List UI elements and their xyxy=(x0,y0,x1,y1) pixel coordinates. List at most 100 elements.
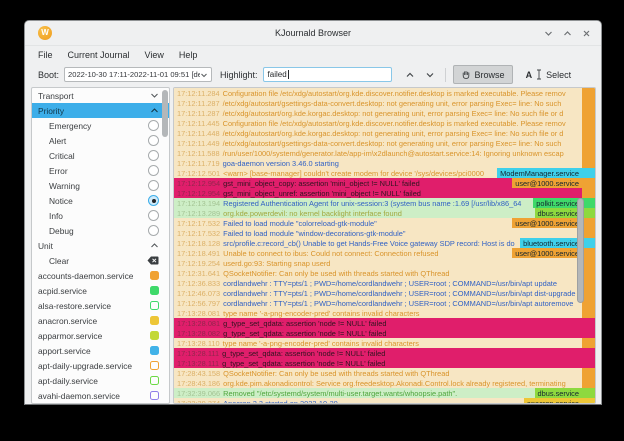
priority-radio[interactable] xyxy=(148,225,159,236)
browse-button[interactable]: Browse xyxy=(453,65,513,84)
log-row[interactable]: 17:12:56.797 cordlandwehr : TTY=pts/1 ; … xyxy=(174,298,595,308)
close-icon[interactable] xyxy=(582,29,591,38)
unit-checkbox[interactable] xyxy=(150,376,159,385)
log-row[interactable]: 17:13:28.082 g_type_set_qdata: assertion… xyxy=(174,328,595,338)
priority-option[interactable]: Alert xyxy=(32,133,169,148)
log-row[interactable]: 17:12:31.641 QSocketNotifier: Can only b… xyxy=(174,268,595,278)
log-row[interactable]: 17:12:11.287 /etc/xdg/autostart/org.kde.… xyxy=(174,108,595,118)
menu-item-view[interactable]: View xyxy=(145,50,164,60)
priority-radio[interactable] xyxy=(148,135,159,146)
priority-radio[interactable] xyxy=(148,195,159,206)
section-unit[interactable]: Unit xyxy=(32,238,169,253)
menu-item-file[interactable]: File xyxy=(38,50,53,60)
priority-option[interactable]: Warning xyxy=(32,178,169,193)
log-message: gst_mini_object_copy: assertion 'mini_ob… xyxy=(220,179,512,188)
maximize-button[interactable] xyxy=(563,29,572,38)
log-row[interactable]: 17:12:18.128 src/profile.c:record_cb() U… xyxy=(174,238,595,248)
priority-option[interactable]: Notice xyxy=(32,193,169,208)
log-message: org.kde.powerdevil: no kernel backlight … xyxy=(220,209,534,218)
log-row[interactable]: 17:13:28.111 g_type_set_qdata: assertion… xyxy=(174,358,595,368)
unit-filter-item[interactable]: apt-daily.service xyxy=(32,373,169,388)
section-priority[interactable]: Priority xyxy=(32,103,169,118)
log-row[interactable]: 17:12:46.073 cordlandwehr : TTY=pts/1 ; … xyxy=(174,288,595,298)
log-row[interactable]: 17:12:11.287 /etc/xdg/autostart/gsetting… xyxy=(174,98,595,108)
unit-color-band xyxy=(582,388,595,398)
log-row[interactable]: 17:12:12.501 <warn> [base-manager] could… xyxy=(174,168,595,178)
previous-match-button[interactable] xyxy=(400,67,420,83)
log-message: type name '-a-png-encoder-pred' contains… xyxy=(220,339,582,348)
clear-units-button[interactable]: Clear xyxy=(32,253,169,268)
log-row[interactable]: 17:12:11.719 goa-daemon version 3.46.0 s… xyxy=(174,158,595,168)
select-button[interactable]: A Select xyxy=(519,66,579,83)
log-row[interactable]: 17:12:11.445 Configuration file /etc/xdg… xyxy=(174,118,595,128)
boot-combobox[interactable]: 2022-10-30 17:11-2022-11-01 09:51 [de0a4… xyxy=(64,67,212,82)
unit-filter-item[interactable]: acpid.service xyxy=(32,283,169,298)
log-row[interactable]: 17:12:11.588 /run/user/1000/systemd/gene… xyxy=(174,148,595,158)
log-row[interactable]: 17:12:17.532 Failed to load module "colo… xyxy=(174,218,595,228)
priority-option[interactable]: Critical xyxy=(32,148,169,163)
log-message: /run/user/1000/systemd/generator.late/ap… xyxy=(220,149,582,158)
log-row[interactable]: 17:12:11.448 /etc/xdg/autostart/org.kde.… xyxy=(174,128,595,138)
log-row[interactable]: 17:12:12.954 gst_mini_object_unref: asse… xyxy=(174,188,595,198)
unit-filter-item[interactable]: avahi-daemon.service xyxy=(32,388,169,403)
unit-filter-item[interactable]: anacron.service xyxy=(32,313,169,328)
log-row[interactable]: 17:12:19.254 userd.go:93: Starting snap … xyxy=(174,258,595,268)
log-row[interactable]: 17:12:13.194 Registered Authentication A… xyxy=(174,198,595,208)
log-row[interactable]: 17:13:28.111 g_type_set_qdata: assertion… xyxy=(174,348,595,358)
log-row[interactable]: 17:12:12.954 gst_mini_object_copy: asser… xyxy=(174,178,595,188)
unit-checkbox[interactable] xyxy=(150,301,159,310)
unit-badge: dbus.service xyxy=(535,388,583,398)
unit-filter-item[interactable]: apport.service xyxy=(32,343,169,358)
log-row[interactable]: 17:12:18.491 Unable to connect to ibus: … xyxy=(174,248,595,258)
log-row[interactable]: 17:32:39.374 Anacron 2.3 started on 2022… xyxy=(174,398,595,404)
log-row[interactable]: 17:32:39.066 Removed "/etc/systemd/syste… xyxy=(174,388,595,398)
priority-option[interactable]: Error xyxy=(32,163,169,178)
highlight-input[interactable]: failed xyxy=(263,67,392,82)
unit-color-band xyxy=(582,398,595,404)
priority-radio[interactable] xyxy=(148,150,159,161)
log-row[interactable]: 17:12:11.449 /etc/xdg/autostart/gsetting… xyxy=(174,138,595,148)
section-transport[interactable]: Transport xyxy=(32,88,169,103)
priority-option[interactable]: Emergency xyxy=(32,118,169,133)
log-row[interactable]: 17:12:17.532 Failed to load module "wind… xyxy=(174,228,595,238)
unit-checkbox[interactable] xyxy=(150,286,159,295)
menu-item-current-journal[interactable]: Current Journal xyxy=(68,50,130,60)
highlight-label: Highlight: xyxy=(220,70,258,80)
priority-radio[interactable] xyxy=(148,210,159,221)
unit-checkbox[interactable] xyxy=(150,271,159,280)
text-cursor-icon: A xyxy=(526,70,533,80)
next-match-button[interactable] xyxy=(420,67,440,83)
chevron-up-icon xyxy=(405,70,415,80)
log-row[interactable]: 17:12:36.833 cordlandwehr : TTY=pts/1 ; … xyxy=(174,278,595,288)
priority-radio[interactable] xyxy=(148,165,159,176)
log-message: cordlandwehr : TTY=pts/1 ; PWD=/home/cor… xyxy=(220,299,582,308)
unit-checkbox[interactable] xyxy=(150,391,159,400)
priority-option[interactable]: Debug xyxy=(32,223,169,238)
log-timestamp: 17:13:28.081 xyxy=(174,319,220,328)
log-row[interactable]: 17:28:43.186 org.kde.pim.akonadicontrol:… xyxy=(174,378,595,388)
priority-radio[interactable] xyxy=(148,120,159,131)
log-row[interactable]: 17:13:28.081 g_type_set_qdata: assertion… xyxy=(174,318,595,328)
unit-filter-item[interactable]: alsa-restore.service xyxy=(32,298,169,313)
unit-filter-item[interactable]: apparmor.service xyxy=(32,328,169,343)
log-row[interactable]: 17:13:28.081 type name '-a-png-encoder-p… xyxy=(174,308,595,318)
log-row[interactable]: 17:12:13.289 org.kde.powerdevil: no kern… xyxy=(174,208,595,218)
priority-option[interactable]: Info xyxy=(32,208,169,223)
sidebar-scrollbar[interactable] xyxy=(162,90,168,137)
priority-option-label: Warning xyxy=(49,181,148,191)
log-scrollbar[interactable] xyxy=(577,198,584,303)
menu-item-help[interactable]: Help xyxy=(179,50,198,60)
unit-filter-item[interactable]: apt-daily-upgrade.service xyxy=(32,358,169,373)
unit-checkbox[interactable] xyxy=(150,316,159,325)
log-row[interactable]: 17:12:11.284 Configuration file /etc/xdg… xyxy=(174,88,595,98)
unit-checkbox[interactable] xyxy=(150,331,159,340)
unit-checkbox[interactable] xyxy=(150,361,159,370)
log-message: g_type_set_qdata: assertion 'node != NUL… xyxy=(220,319,582,328)
log-timestamp: 17:12:17.532 xyxy=(174,229,220,238)
log-row[interactable]: 17:28:43.158 QSocketNotifier: Can only b… xyxy=(174,368,595,378)
minimize-button[interactable] xyxy=(544,29,553,38)
log-row[interactable]: 17:13:28.110 type name '-a-png-encoder-p… xyxy=(174,338,595,348)
priority-radio[interactable] xyxy=(148,180,159,191)
unit-filter-item[interactable]: accounts-daemon.service xyxy=(32,268,169,283)
unit-checkbox[interactable] xyxy=(150,346,159,355)
